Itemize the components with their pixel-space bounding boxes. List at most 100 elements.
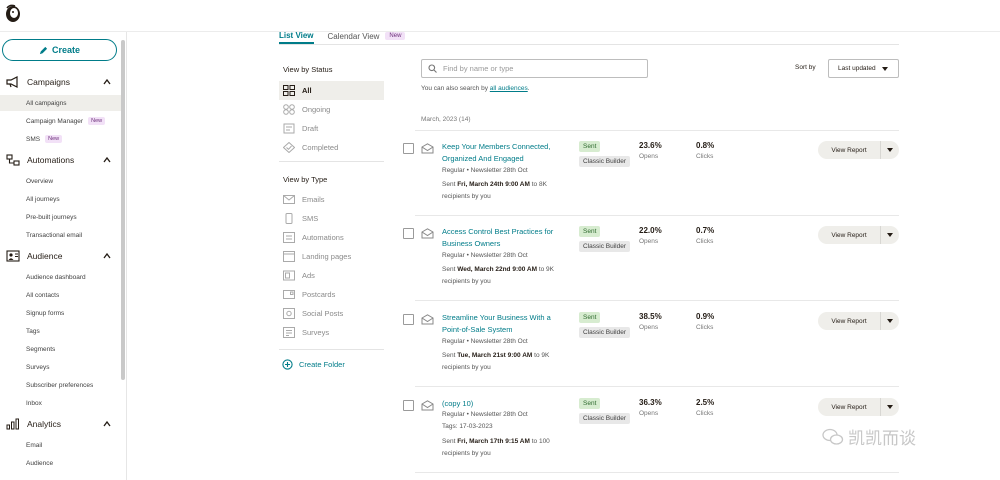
clicks-label: Clicks: [696, 324, 714, 331]
filter-type-social-posts[interactable]: Social Posts: [279, 304, 384, 323]
sidebar: Create Campaigns All campaigns Campaign …: [0, 32, 127, 480]
postcard-icon: [283, 290, 295, 299]
view-report-button[interactable]: View Report: [818, 312, 880, 330]
filter-type-surveys[interactable]: Surveys: [279, 323, 384, 342]
row-divider: [415, 472, 899, 473]
filter-status-completed[interactable]: Completed: [279, 138, 384, 157]
nav-section-label: Automations: [27, 155, 75, 165]
row-checkbox[interactable]: [403, 314, 414, 325]
tab-calendar-view[interactable]: Calendar View: [328, 28, 380, 44]
filter-type-ads[interactable]: Ads: [279, 266, 384, 285]
social-post-icon: [283, 308, 295, 319]
campaign-title-link[interactable]: Streamline Your Business With a Point-of…: [442, 312, 572, 336]
filter-type-sms[interactable]: SMS: [279, 209, 384, 228]
create-button[interactable]: Create: [2, 39, 117, 61]
filter-type-landing-pages[interactable]: Landing pages: [279, 247, 384, 266]
sidebar-item-inbox[interactable]: Inbox: [0, 395, 121, 411]
caret-down-icon: [887, 319, 893, 323]
chevron-up-icon: [103, 252, 111, 259]
campaign-type: Regular • Newsletter 28th Oct: [442, 252, 528, 259]
row-divider: [415, 300, 899, 301]
sidebar-item-subscriber-preferences[interactable]: Subscriber preferences: [0, 377, 121, 393]
row-actions-dropdown[interactable]: [880, 312, 899, 330]
search-icon: [428, 64, 437, 73]
sidebar-item-audience-dashboard[interactable]: Audience dashboard: [0, 269, 121, 285]
row-actions-dropdown[interactable]: [880, 226, 899, 244]
plus-circle-icon: [282, 359, 293, 370]
sidebar-item-analytics-audience[interactable]: Audience: [0, 455, 121, 471]
sidebar-scrollbar[interactable]: [121, 40, 125, 380]
nav-section-campaigns[interactable]: Campaigns: [0, 72, 121, 92]
sidebar-item-transactional-email[interactable]: Transactional email: [0, 227, 121, 243]
chevron-up-icon: [103, 156, 111, 163]
nav-section-analytics[interactable]: Analytics: [0, 414, 121, 434]
opens-label: Opens: [639, 153, 659, 160]
opens-value: 38.5%: [639, 312, 662, 321]
audience-icon: [6, 250, 20, 262]
sidebar-item-signup-forms[interactable]: Signup forms: [0, 305, 121, 321]
sidebar-item-overview[interactable]: Overview: [0, 173, 121, 189]
sidebar-item-all-contacts[interactable]: All contacts: [0, 287, 121, 303]
clicks-value: 0.9%: [696, 312, 715, 321]
ads-icon: [283, 270, 295, 281]
campaign-recipients: recipients by you: [442, 278, 491, 285]
ongoing-icon: [283, 104, 295, 115]
campaign-title-link[interactable]: Keep Your Members Connected, Organized A…: [442, 141, 572, 165]
nav-section-automations[interactable]: Automations: [0, 150, 121, 170]
sidebar-item-pre-built-journeys[interactable]: Pre-built journeys: [0, 209, 121, 225]
campaign-row: Keep Your Members Connected, Organized A…: [400, 131, 900, 216]
grid-icon: [283, 85, 295, 96]
clicks-label: Clicks: [696, 153, 714, 160]
top-bar: [0, 0, 1000, 32]
filter-status-ongoing[interactable]: Ongoing: [279, 100, 384, 119]
sidebar-item-sms[interactable]: SMS New: [0, 131, 121, 147]
automations-icon: [283, 232, 295, 243]
row-checkbox[interactable]: [403, 228, 414, 239]
email-icon: [283, 195, 295, 204]
opens-label: Opens: [639, 410, 659, 417]
status-badge: Sent: [579, 226, 601, 237]
campaign-tags: Tags: 17-03-2023: [442, 423, 493, 430]
chevron-up-icon: [103, 78, 111, 85]
sidebar-item-all-journeys[interactable]: All journeys: [0, 191, 121, 207]
search-input[interactable]: [443, 64, 633, 73]
all-audiences-link[interactable]: all audiences: [490, 85, 528, 92]
view-report-button[interactable]: View Report: [818, 398, 880, 416]
draft-icon: [283, 123, 295, 134]
type-filter-heading: View by Type: [283, 175, 328, 184]
search-box[interactable]: [421, 59, 648, 78]
row-actions-dropdown[interactable]: [880, 398, 899, 416]
filter-status-all[interactable]: All: [279, 81, 384, 100]
row-actions-dropdown[interactable]: [880, 141, 899, 159]
filter-divider: [279, 349, 384, 350]
sidebar-item-surveys[interactable]: Surveys: [0, 359, 121, 375]
opens-value: 22.0%: [639, 226, 662, 235]
filter-type-emails[interactable]: Emails: [279, 190, 384, 209]
sidebar-item-analytics-email[interactable]: Email: [0, 437, 121, 453]
tab-list-view[interactable]: List View: [279, 28, 314, 44]
campaign-title-link[interactable]: Access Control Best Practices for Busine…: [442, 226, 572, 250]
filter-type-automations[interactable]: Automations: [279, 228, 384, 247]
filter-status-draft[interactable]: Draft: [279, 119, 384, 138]
sort-select[interactable]: Last updated: [828, 59, 899, 78]
nav-section-audience[interactable]: Audience: [0, 246, 121, 266]
view-report-button[interactable]: View Report: [818, 226, 880, 244]
sidebar-item-campaign-manager[interactable]: Campaign Manager New: [0, 113, 121, 129]
clicks-label: Clicks: [696, 410, 714, 417]
mailchimp-logo-icon[interactable]: [4, 4, 22, 24]
nav-section-label: Analytics: [27, 419, 62, 429]
row-checkbox[interactable]: [403, 143, 414, 154]
filter-type-postcards[interactable]: Postcards: [279, 285, 384, 304]
create-folder-button[interactable]: Create Folder: [282, 359, 345, 370]
campaign-recipients: recipients by you: [442, 450, 491, 457]
campaign-recipients: recipients by you: [442, 193, 491, 200]
sidebar-item-tags[interactable]: Tags: [0, 323, 121, 339]
survey-icon: [283, 327, 295, 338]
sidebar-item-all-campaigns[interactable]: All campaigns: [0, 95, 121, 111]
sidebar-item-segments[interactable]: Segments: [0, 341, 121, 357]
row-checkbox[interactable]: [403, 400, 414, 411]
new-badge: New: [385, 32, 406, 40]
view-report-button[interactable]: View Report: [818, 141, 880, 159]
landing-page-icon: [283, 251, 295, 262]
new-badge: New: [88, 117, 106, 125]
